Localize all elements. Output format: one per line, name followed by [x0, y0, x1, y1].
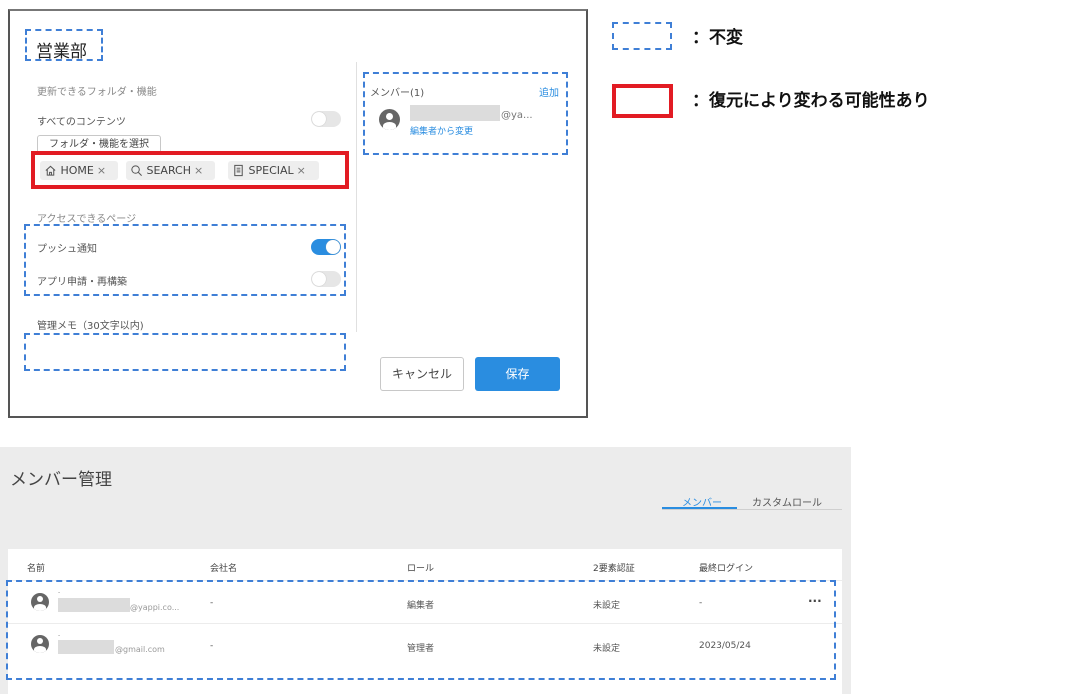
- push-notification-toggle[interactable]: [311, 239, 341, 255]
- column-header-company[interactable]: 会社名: [210, 561, 237, 574]
- legend-dashed-swatch: [612, 22, 672, 50]
- chip-home-label: HOME: [60, 164, 94, 177]
- column-header-name[interactable]: 名前: [27, 561, 45, 574]
- chip-home-remove-icon[interactable]: ×: [97, 164, 106, 177]
- tab-custom-roles[interactable]: カスタムロール: [752, 494, 822, 509]
- chip-search-remove-icon[interactable]: ×: [194, 164, 203, 177]
- members-label: メンバー(1): [370, 88, 425, 99]
- all-contents-label: すべてのコンテンツ: [37, 117, 126, 128]
- search-icon: [131, 165, 142, 176]
- chip-special-label: SPECIAL: [248, 164, 294, 177]
- column-header-2fa[interactable]: 2要素認証: [593, 561, 635, 574]
- cancel-button[interactable]: キャンセル: [380, 357, 464, 391]
- document-icon: [234, 164, 243, 177]
- legend-red-swatch: [612, 84, 673, 118]
- chip-search-label: SEARCH: [146, 164, 192, 177]
- unchanged-annotation-rows: [6, 580, 836, 680]
- column-header-role[interactable]: ロール: [407, 561, 434, 574]
- folders-label: 更新できるフォルダ・機能: [37, 87, 157, 98]
- legend-unchanged-text: ：不変: [692, 28, 743, 48]
- memo-label: 管理メモ（30文字以内): [37, 321, 144, 332]
- memo-input[interactable]: [24, 333, 346, 371]
- column-header-last-login[interactable]: 最終ログイン: [699, 561, 753, 574]
- chip-home[interactable]: HOME ×: [40, 161, 118, 180]
- save-button[interactable]: 保存: [475, 357, 560, 391]
- dialog-divider: [356, 62, 357, 332]
- all-contents-toggle[interactable]: [311, 111, 341, 127]
- chip-special-remove-icon[interactable]: ×: [297, 164, 306, 177]
- legend-may-change-text: ：復元により変わる可能性あり: [692, 91, 930, 111]
- dialog-title: 営業部: [36, 42, 87, 62]
- app-request-toggle[interactable]: [311, 271, 341, 287]
- change-role-link[interactable]: 編集者から変更: [410, 124, 473, 137]
- page-title: メンバー管理: [10, 470, 112, 490]
- pages-label: アクセスできるページ: [37, 214, 137, 225]
- member-email: @ya...: [501, 110, 533, 121]
- home-icon: [45, 165, 56, 176]
- app-request-label: アプリ申請・再構築: [37, 277, 127, 288]
- tab-divider: [662, 509, 842, 510]
- push-notification-label: プッシュ通知: [37, 244, 97, 255]
- chip-special[interactable]: SPECIAL ×: [228, 161, 319, 180]
- tab-members[interactable]: メンバー: [682, 494, 722, 509]
- chip-search[interactable]: SEARCH ×: [126, 161, 215, 180]
- add-member-link[interactable]: 追加: [539, 84, 559, 99]
- avatar: [379, 109, 400, 130]
- redacted-name: [410, 105, 500, 121]
